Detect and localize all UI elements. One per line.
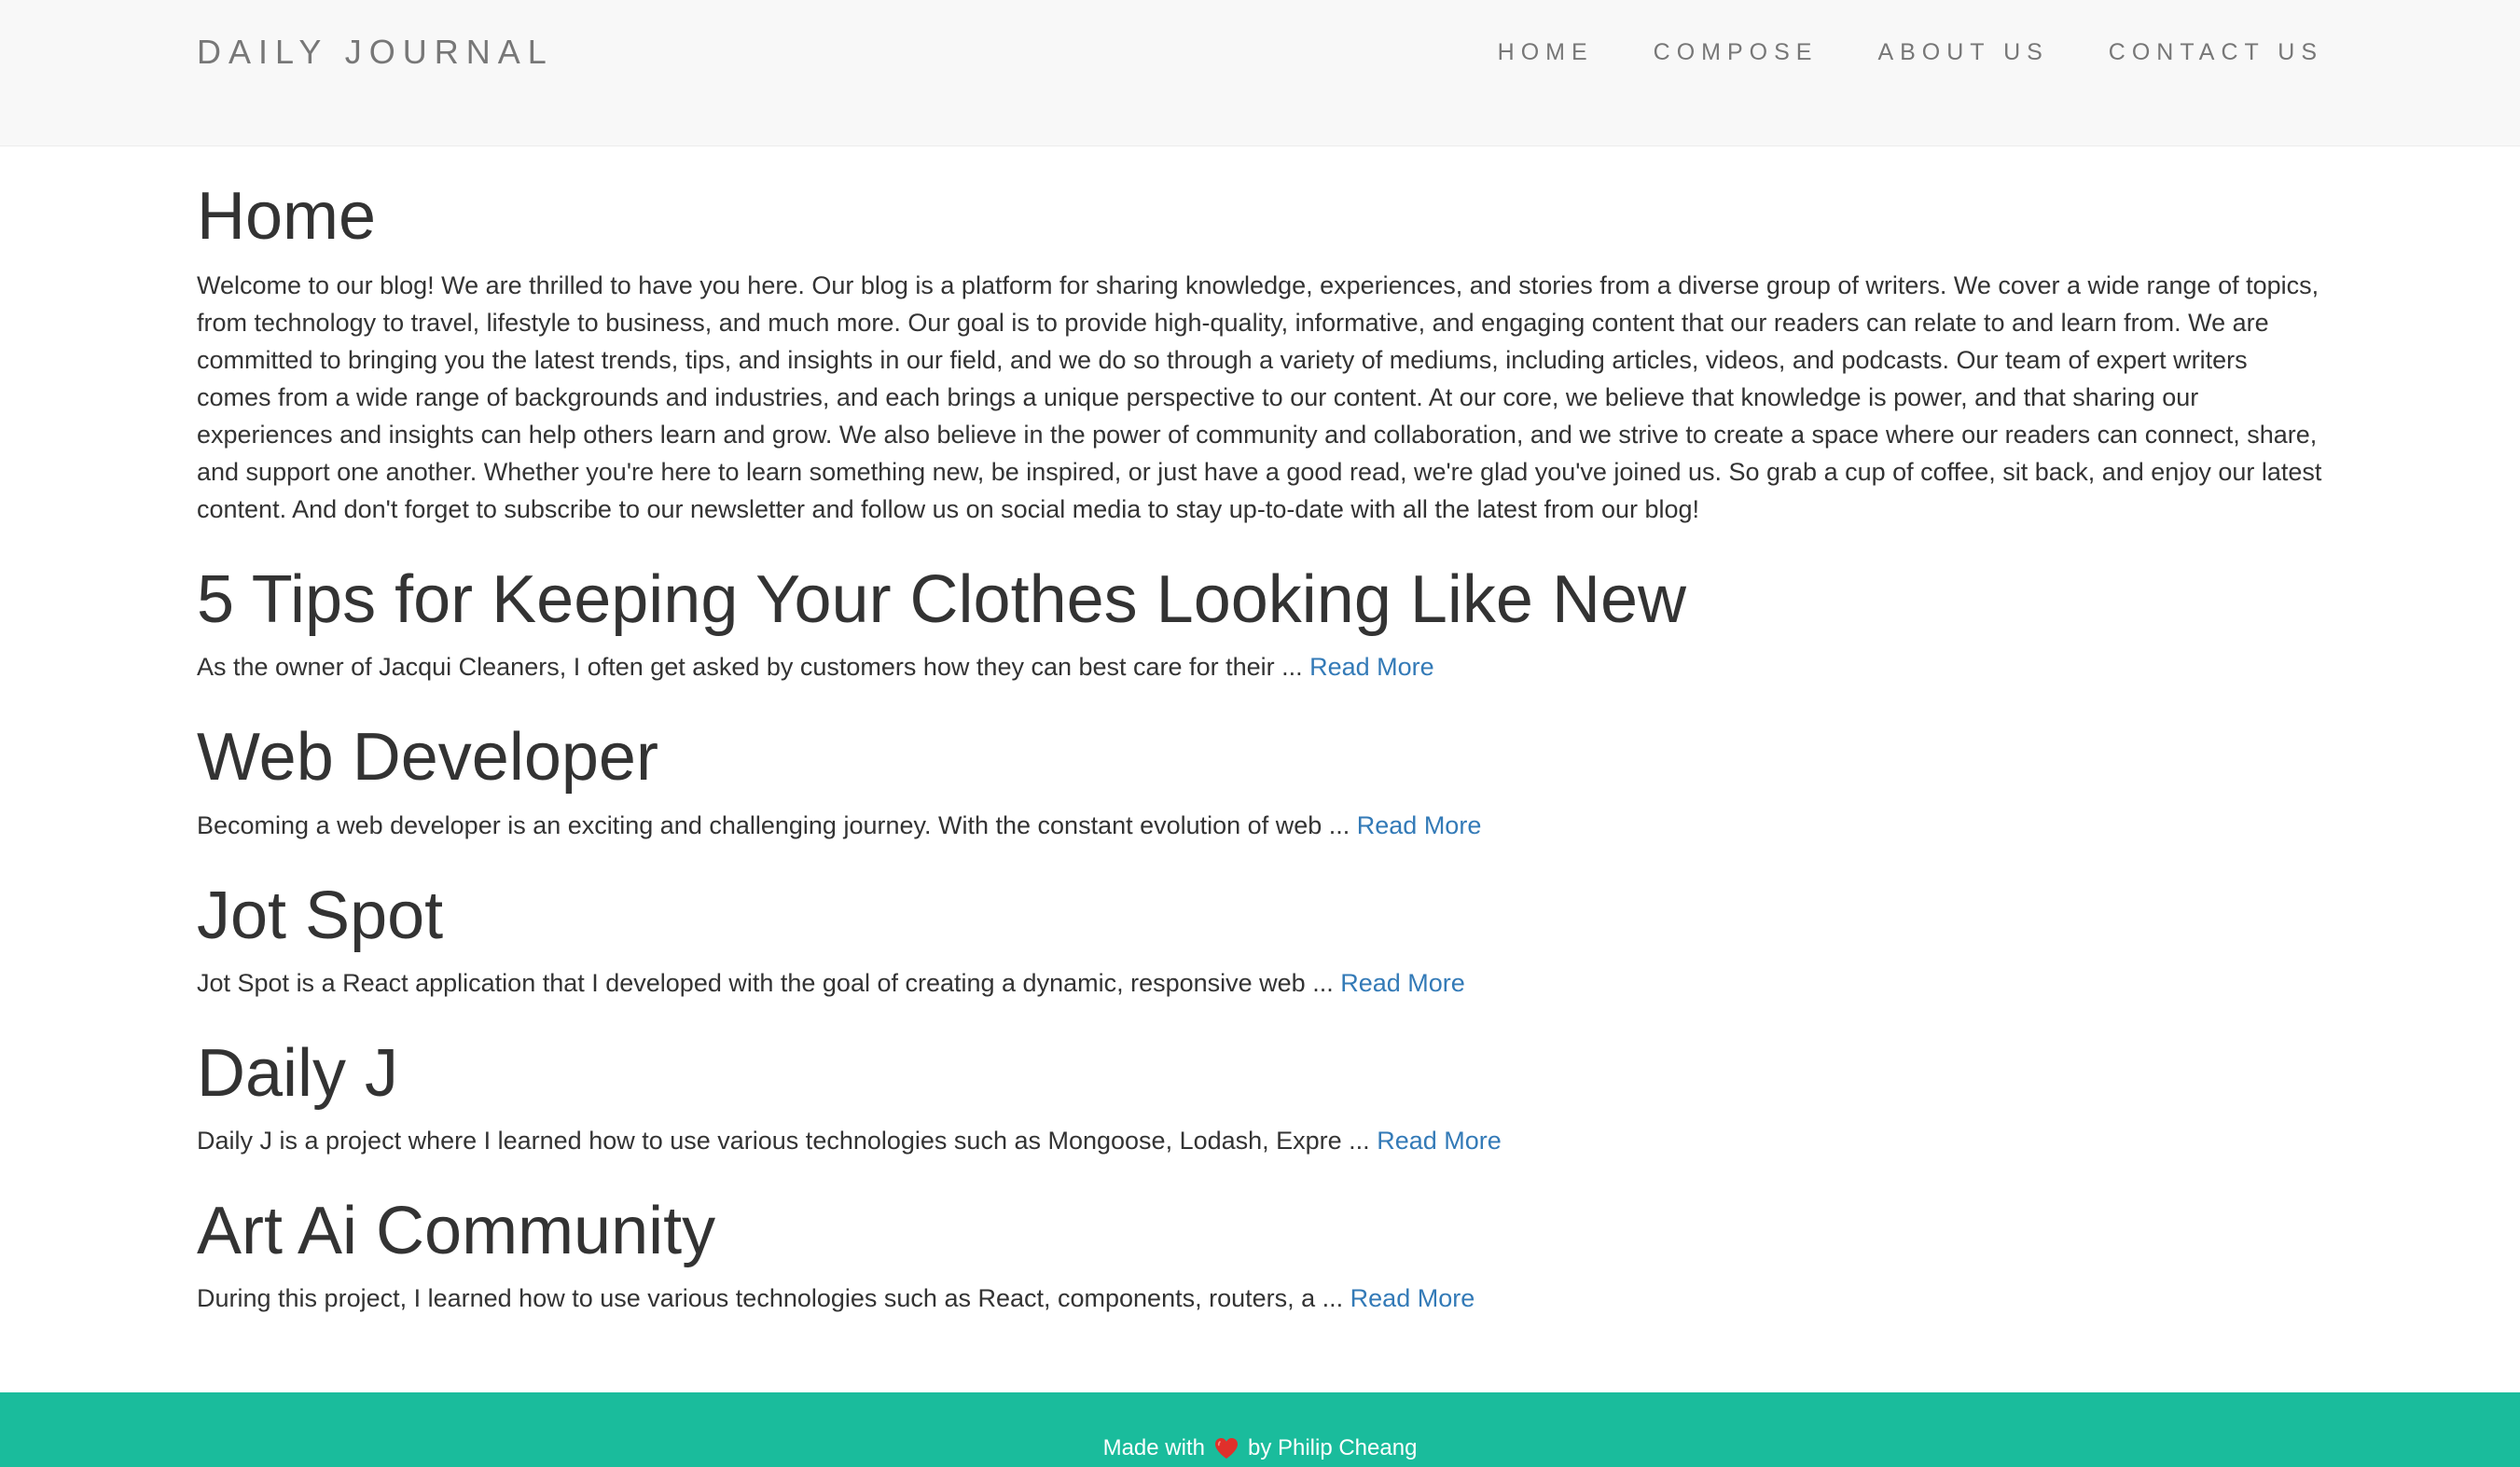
post-excerpt-block: During this project, I learned how to us… <box>197 1280 2323 1317</box>
post-excerpt: Daily J is a project where I learned how… <box>197 1126 1370 1155</box>
post-excerpt-block: Becoming a web developer is an exciting … <box>197 807 2323 844</box>
read-more-link[interactable]: Read More <box>1377 1127 1502 1155</box>
post-excerpt-block: Jot Spot is a React application that I d… <box>197 964 2323 1002</box>
post-excerpt: Jot Spot is a React application that I d… <box>197 968 1334 997</box>
intro-paragraph: Welcome to our blog! We are thrilled to … <box>197 271 2322 524</box>
read-more-link[interactable]: Read More <box>1309 653 1434 681</box>
post-title: Daily J <box>197 1035 399 1111</box>
post-item: Web Developer Becoming a web developer i… <box>197 721 2323 843</box>
page-title: Home <box>197 179 377 254</box>
post-item: Jot Spot Jot Spot is a React application… <box>197 879 2323 1002</box>
post-title: Jot Spot <box>197 878 444 953</box>
read-more-link[interactable]: Read More <box>1350 1284 1475 1312</box>
read-more-link[interactable]: Read More <box>1357 811 1482 839</box>
post-item: Art Ai Community During this project, I … <box>197 1193 2323 1317</box>
footer-credit: Made with by Philip Cheang <box>1103 1433 1418 1463</box>
post-title: Web Developer <box>197 720 658 796</box>
post-title: Art Ai Community <box>197 1193 716 1268</box>
nav-links: HOME COMPOSE ABOUT US CONTACT US <box>1498 37 2323 67</box>
post-excerpt-block: Daily J is a project where I learned how… <box>197 1122 2323 1159</box>
main-content: Home Welcome to our blog! We are thrille… <box>197 146 2323 1317</box>
footer-prefix: Made with <box>1102 1435 1205 1460</box>
navbar: DAILY JOURNAL HOME COMPOSE ABOUT US CONT… <box>0 0 2520 146</box>
post-excerpt: As the owner of Jacqui Cleaners, I often… <box>197 653 1303 682</box>
nav-home-link[interactable]: HOME <box>1498 37 1594 67</box>
post-excerpt: Becoming a web developer is an exciting … <box>197 810 1350 839</box>
read-more-link[interactable]: Read More <box>1340 969 1465 997</box>
post-item: 5 Tips for Keeping Your Clothes Looking … <box>197 562 2323 685</box>
nav-compose-link[interactable]: COMPOSE <box>1654 37 1819 67</box>
footer-suffix: by Philip Cheang <box>1247 1435 1418 1460</box>
footer: Made with by Philip Cheang <box>0 1392 2520 1467</box>
nav-contact-link[interactable]: CONTACT US <box>2109 37 2323 67</box>
post-excerpt-block: As the owner of Jacqui Cleaners, I often… <box>197 648 2323 685</box>
post-item: Daily J Daily J is a project where I lea… <box>197 1035 2323 1159</box>
heart-icon <box>1214 1438 1238 1459</box>
brand-logo-link[interactable]: DAILY JOURNAL <box>197 32 554 73</box>
post-title: 5 Tips for Keeping Your Clothes Looking … <box>197 562 1687 638</box>
post-excerpt: During this project, I learned how to us… <box>197 1284 1344 1313</box>
nav-about-link[interactable]: ABOUT US <box>1877 37 2048 67</box>
